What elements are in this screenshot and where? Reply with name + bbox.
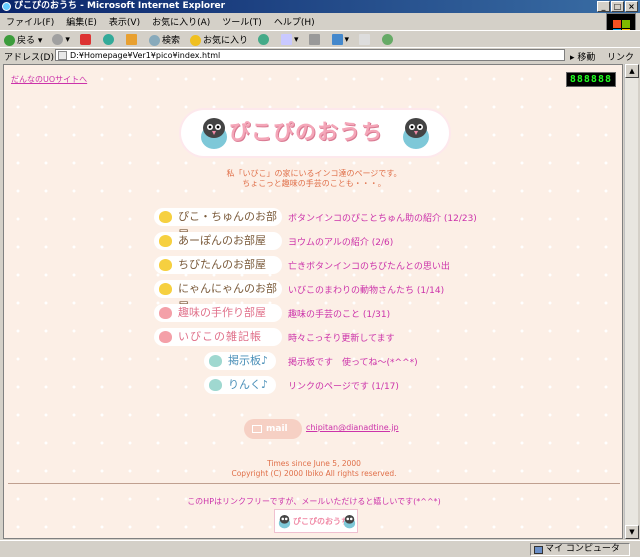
refresh-icon xyxy=(102,33,114,45)
site-logo: ぴこぴのおうち xyxy=(181,110,449,156)
edit-icon xyxy=(331,33,343,45)
access-counter: 888888 xyxy=(565,72,616,87)
menu-item-desc: いびこのまわりの動物さんたち (1/14) xyxy=(288,286,445,296)
forward-arrow-icon xyxy=(52,33,64,45)
link-free-note: このHPはリンクフリーですが、メールいただけると嬉しいです(*^^*) xyxy=(187,497,441,506)
menu-item-desc: 亡きボタンインコのちびたんとの思い出 xyxy=(288,262,450,272)
lovebird-icon xyxy=(343,515,356,529)
page-content: だんなのUOサイトへ 888888 ぴこぴのおうち 私「いびこ」の家にいるインコ… xyxy=(3,64,623,539)
search-button[interactable]: 検索 xyxy=(148,33,180,46)
chick-icon xyxy=(159,259,172,271)
toolbar: 戻る ▾ ▾ 検索 お気に入り ▾ ▾ xyxy=(0,30,640,47)
menu-favorites[interactable]: お気に入り(A) xyxy=(152,15,210,28)
menu-item-label[interactable]: あーぽんのお部屋 xyxy=(154,232,282,250)
chick-icon xyxy=(209,355,222,367)
menu-item-label[interactable]: ちびたんのお部屋 xyxy=(154,256,282,274)
zone-indicator: マイ コンピュータ xyxy=(530,543,630,556)
lovebird-icon xyxy=(278,515,291,529)
discuss-icon xyxy=(359,33,371,45)
address-bar: アドレス(D) D:¥Homepage¥Ver1¥pico¥index.html… xyxy=(0,47,640,63)
menu-item-label[interactable]: ぴこ・ちゅんのお部屋 xyxy=(154,208,282,241)
address-label: アドレス(D) xyxy=(4,53,54,63)
maximize-button[interactable]: □ xyxy=(611,1,624,12)
chick-icon xyxy=(159,331,172,343)
menu-item-label[interactable]: いびこの雑記帳 xyxy=(154,328,282,346)
page-icon xyxy=(58,51,67,60)
menu-view[interactable]: 表示(V) xyxy=(109,15,140,28)
menu-edit[interactable]: 編集(E) xyxy=(66,15,97,28)
window-titlebar: ぴこぴのおうち - Microsoft Internet Explorer _ … xyxy=(0,0,640,13)
site-banner[interactable]: ぴこぴのおうち xyxy=(274,509,358,533)
menu-item-desc: リンクのページです (1/17) xyxy=(288,382,399,392)
menu-item-label[interactable]: りんく♪ xyxy=(204,376,276,394)
intro-line: 私「いびこ」の家にいるインコ達のページです。 xyxy=(226,169,402,178)
menu-item-label[interactable]: 掲示板♪ xyxy=(204,352,276,370)
scroll-up-icon[interactable]: ▲ xyxy=(625,64,639,78)
history-icon xyxy=(257,33,269,45)
menu-item-desc: 時々こっそり更新してます xyxy=(288,334,395,344)
email-link[interactable]: chipitan@dianadtine.jp xyxy=(306,423,399,432)
history-button[interactable] xyxy=(257,33,271,45)
minimize-button[interactable]: _ xyxy=(597,1,610,12)
lovebird-icon xyxy=(201,118,227,149)
links-button[interactable]: リンク xyxy=(607,50,634,63)
star-icon xyxy=(189,34,201,46)
mail-button[interactable]: mail xyxy=(244,419,302,439)
menu-item-label[interactable]: 趣味の手作り部屋 xyxy=(154,304,282,322)
menu-help[interactable]: ヘルプ(H) xyxy=(274,15,315,28)
banner-title: ぴこぴのおうち xyxy=(293,517,349,526)
edit-button[interactable]: ▾ xyxy=(331,33,349,45)
favorites-button[interactable]: お気に入り xyxy=(189,33,248,46)
menu-item-desc: 趣味の手芸のこと (1/31) xyxy=(288,310,391,320)
messenger-button[interactable] xyxy=(382,33,395,45)
go-button[interactable]: ▸ 移動 xyxy=(570,50,595,63)
address-input[interactable]: D:¥Homepage¥Ver1¥pico¥index.html xyxy=(55,49,565,61)
envelope-icon xyxy=(252,425,262,433)
back-button[interactable]: 戻る ▾ xyxy=(4,33,42,46)
print-button[interactable] xyxy=(308,33,322,45)
since-text: Times since June 5, 2000 xyxy=(267,459,361,468)
stop-icon xyxy=(79,33,91,45)
back-link[interactable]: だんなのUOサイトへ xyxy=(11,74,87,85)
menu-item-desc: ヨウムのアルの紹介 (2/6) xyxy=(288,238,394,248)
menu-item-desc: ボタンインコのぴことちゅん助の紹介 (12/23) xyxy=(288,214,477,224)
menu-bar: ファイル(F) 編集(E) 表示(V) お気に入り(A) ツール(T) ヘルプ(… xyxy=(0,14,640,29)
intro-line: ちょこっと趣味の手芸のことも・・・。 xyxy=(242,179,386,188)
lovebird-icon xyxy=(403,118,429,149)
back-arrow-icon xyxy=(4,34,15,46)
refresh-button[interactable] xyxy=(102,33,116,45)
menu-file[interactable]: ファイル(F) xyxy=(6,15,54,28)
copyright-text: Copyright (C) 2000 Ibiko All rights rese… xyxy=(231,469,397,478)
chick-icon xyxy=(159,283,172,295)
status-bar: マイ コンピュータ xyxy=(0,540,640,557)
close-button[interactable]: × xyxy=(625,1,638,12)
divider xyxy=(8,483,620,484)
menu-tools[interactable]: ツール(T) xyxy=(222,15,262,28)
ie-icon xyxy=(2,2,11,11)
scroll-down-icon[interactable]: ▼ xyxy=(625,525,639,539)
search-icon xyxy=(148,34,160,46)
print-icon xyxy=(308,33,320,45)
mail-icon xyxy=(280,33,292,45)
logo-title: ぴこぴのおうち xyxy=(229,120,383,144)
window-title: ぴこぴのおうち - Microsoft Internet Explorer xyxy=(14,1,226,11)
chick-icon xyxy=(159,211,172,223)
messenger-icon xyxy=(382,33,394,45)
footer-since: Times since June 5, 2000 Copyright (C) 2… xyxy=(4,459,622,479)
home-icon xyxy=(125,33,137,45)
discuss-button[interactable] xyxy=(359,33,372,45)
chick-icon xyxy=(159,307,172,319)
menu-item-desc: 掲示板です 使ってね～(*^^*) xyxy=(288,358,418,368)
chick-icon xyxy=(209,379,222,391)
chick-icon xyxy=(159,235,172,247)
computer-icon xyxy=(534,546,543,554)
stop-button[interactable] xyxy=(79,33,93,45)
menu-item-label[interactable]: にゃんにゃんのお部屋 xyxy=(154,280,282,313)
home-button[interactable] xyxy=(125,33,139,45)
vertical-scrollbar[interactable]: ▲ ▼ xyxy=(624,64,639,539)
mail-button[interactable]: ▾ xyxy=(280,33,299,45)
intro-text: 私「いびこ」の家にいるインコ達のページです。 ちょこっと趣味の手芸のことも・・・… xyxy=(4,169,622,189)
forward-button[interactable]: ▾ xyxy=(52,33,70,45)
